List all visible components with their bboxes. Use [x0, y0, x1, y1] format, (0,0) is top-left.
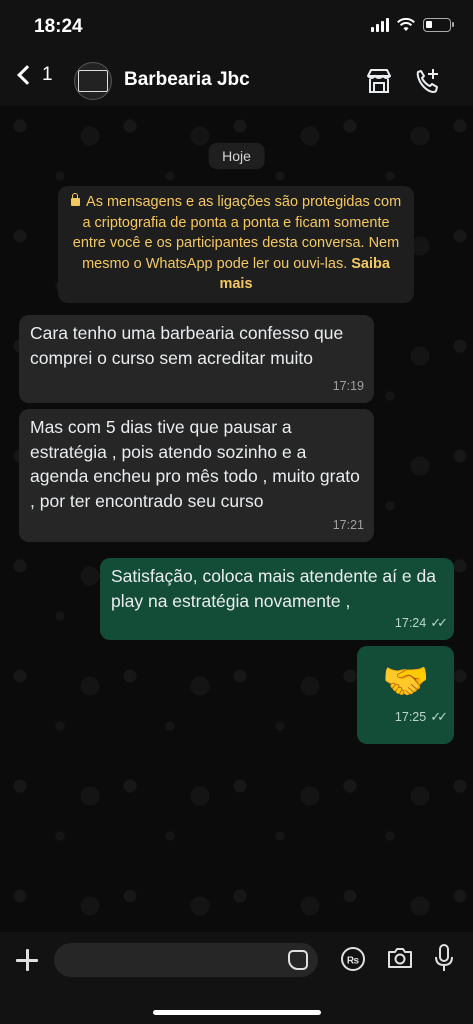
- svg-text:₨: ₨: [347, 956, 359, 967]
- storefront-icon[interactable]: [364, 66, 394, 96]
- sticker-icon[interactable]: [288, 950, 308, 970]
- microphone-icon[interactable]: [433, 943, 455, 973]
- unread-count: 1: [42, 64, 53, 85]
- wifi-icon: [397, 18, 415, 31]
- phone-plus-icon[interactable]: [412, 66, 442, 96]
- chevron-left-icon: [17, 65, 37, 85]
- message-text: Satisfação, coloca mais atendente aí e d…: [111, 566, 436, 611]
- message-text: Mas com 5 dias tive que pausar a estraté…: [30, 417, 360, 511]
- home-indicator: [153, 1010, 321, 1015]
- camera-icon[interactable]: [386, 945, 414, 971]
- avatar[interactable]: [74, 62, 112, 100]
- message-time: 17:21: [332, 517, 364, 532]
- status-icons: [371, 18, 454, 32]
- lock-icon: [70, 193, 80, 206]
- cellular-signal-icon: [371, 18, 389, 32]
- encryption-notice[interactable]: As mensagens e as ligações são protegida…: [58, 186, 414, 303]
- message-time: 17:19: [332, 378, 364, 393]
- chat-header: 1 Barbearia Jbc: [0, 56, 473, 106]
- message-bubble-outgoing[interactable]: 🤝 17:25 ✓✓: [357, 646, 454, 744]
- status-bar: 18:24: [0, 0, 473, 56]
- avatar-logo: [78, 70, 108, 92]
- message-bubble-incoming[interactable]: Cara tenho uma barbearia confesso que co…: [19, 315, 374, 403]
- double-check-icon: ✓✓: [430, 709, 448, 724]
- back-button[interactable]: 1: [14, 64, 53, 86]
- message-time: 17:25 ✓✓: [395, 695, 448, 739]
- message-bubble-incoming[interactable]: Mas com 5 dias tive que pausar a estraté…: [19, 409, 374, 542]
- message-text: Cara tenho uma barbearia confesso que co…: [30, 323, 344, 368]
- rupee-payment-icon[interactable]: ₨: [340, 946, 366, 972]
- plus-icon[interactable]: [16, 949, 38, 971]
- double-check-icon: ✓✓: [430, 614, 448, 630]
- contact-name[interactable]: Barbearia Jbc: [124, 69, 250, 91]
- battery-icon: [423, 18, 454, 32]
- composer-bar: ₨: [0, 932, 473, 1024]
- message-time: 17:24 ✓✓: [395, 611, 448, 636]
- message-input[interactable]: [54, 943, 318, 977]
- message-bubble-outgoing[interactable]: Satisfação, coloca mais atendente aí e d…: [100, 558, 454, 640]
- status-time: 18:24: [34, 16, 83, 37]
- date-chip: Hoje: [208, 143, 265, 169]
